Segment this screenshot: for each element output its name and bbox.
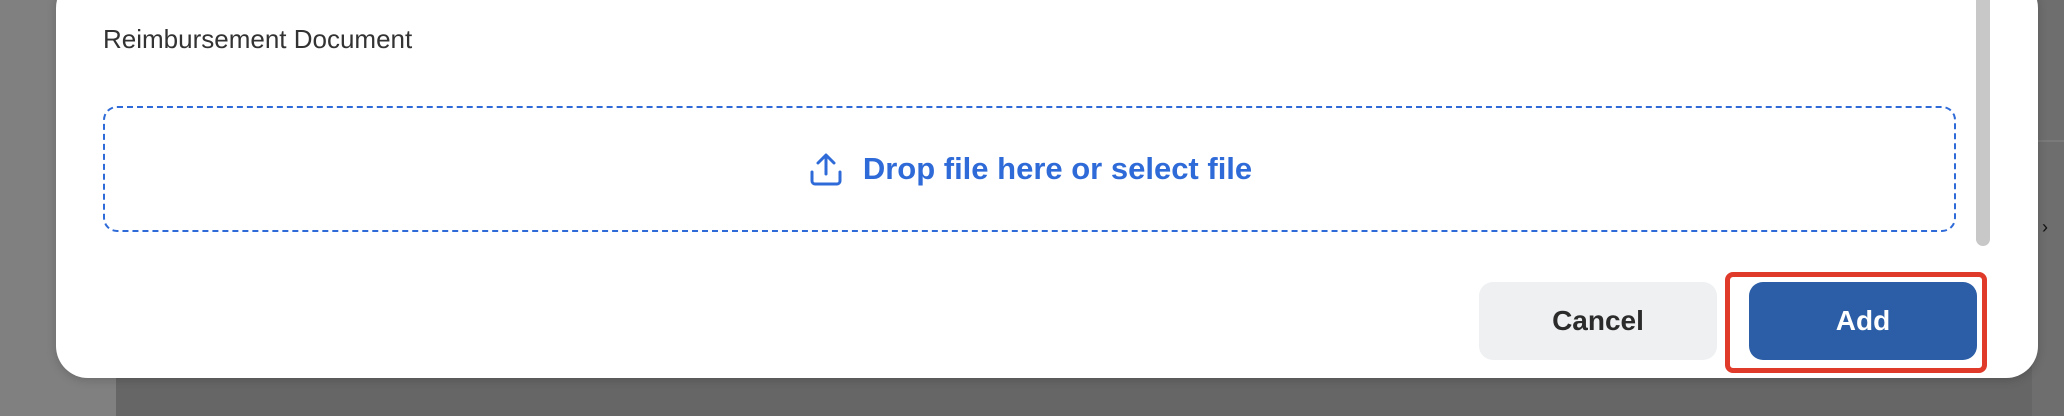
dropzone-content: Drop file here or select file [807, 149, 1252, 189]
file-dropzone[interactable]: Drop file here or select file [103, 106, 1956, 232]
dropzone-text[interactable]: Drop file here or select file [863, 149, 1252, 189]
chevron-right-icon: › [2042, 217, 2048, 237]
dialog: Reimbursement Document Drop file here or… [56, 0, 2038, 378]
scrollbar[interactable] [1976, 0, 1992, 246]
upload-icon [807, 150, 845, 188]
cancel-button[interactable]: Cancel [1479, 282, 1717, 360]
scrollbar-thumb[interactable] [1976, 0, 1990, 246]
add-button[interactable]: Add [1749, 282, 1977, 360]
reimbursement-document-label: Reimbursement Document [103, 24, 413, 54]
